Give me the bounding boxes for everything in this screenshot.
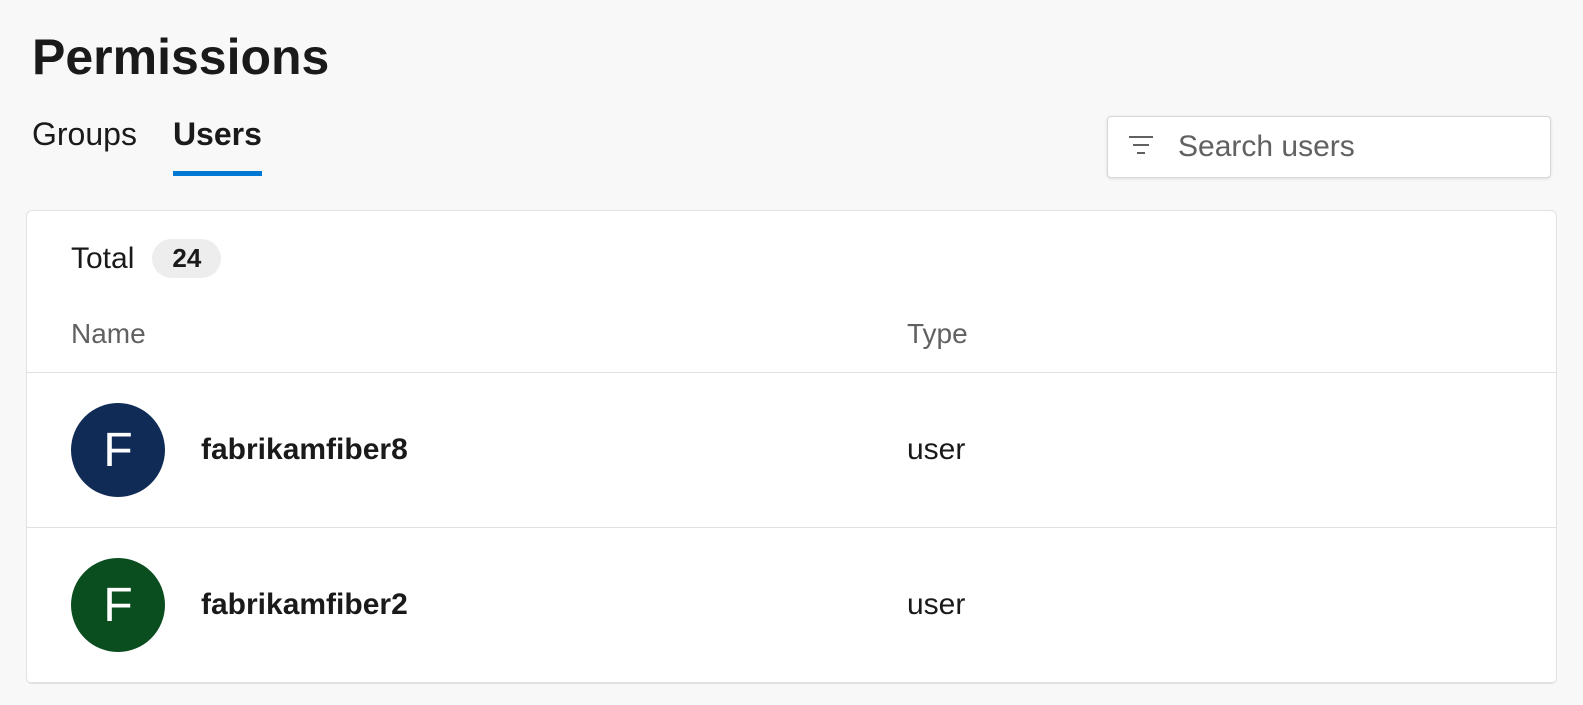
column-headers: Name Type [27, 296, 1556, 373]
user-name: fabrikamfiber2 [201, 588, 408, 622]
tabs: Groups Users [32, 116, 262, 176]
page-title: Permissions [0, 0, 1583, 86]
search-input[interactable] [1178, 130, 1564, 164]
user-type: user [907, 588, 965, 622]
column-header-name[interactable]: Name [71, 318, 907, 350]
avatar: F [71, 558, 165, 652]
tab-groups[interactable]: Groups [32, 116, 137, 176]
user-type: user [907, 433, 965, 467]
filter-icon [1128, 135, 1154, 160]
header-row: Groups Users [0, 86, 1583, 178]
total-count-badge: 24 [152, 239, 221, 278]
user-name: fabrikamfiber8 [201, 433, 408, 467]
avatar: F [71, 403, 165, 497]
table-row[interactable]: F fabrikamfiber8 user [27, 373, 1556, 528]
table-row[interactable]: F fabrikamfiber2 user [27, 528, 1556, 683]
users-panel: Total 24 Name Type F fabrikamfiber8 user… [26, 210, 1557, 684]
name-cell: F fabrikamfiber8 [71, 403, 907, 497]
tab-users[interactable]: Users [173, 116, 262, 176]
name-cell: F fabrikamfiber2 [71, 558, 907, 652]
total-label: Total [71, 242, 134, 276]
search-box[interactable] [1107, 116, 1551, 178]
column-header-type[interactable]: Type [907, 318, 968, 350]
total-row: Total 24 [27, 211, 1556, 296]
